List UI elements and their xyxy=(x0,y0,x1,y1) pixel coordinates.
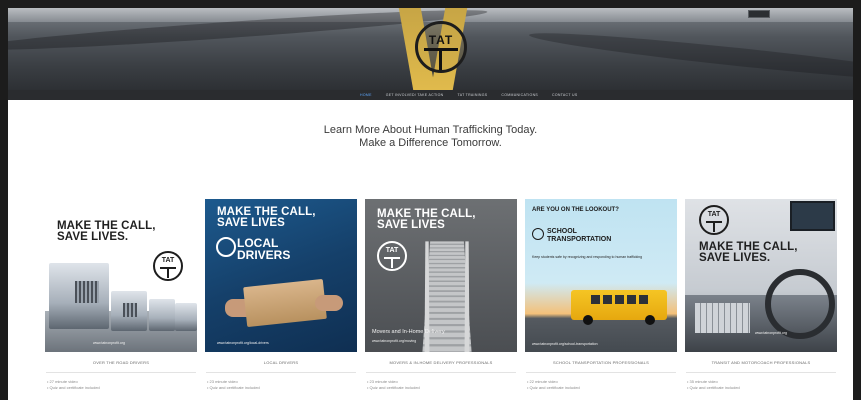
poster-subtitle: LOCAL DRIVERS xyxy=(237,236,291,262)
school-bus-image xyxy=(571,290,667,325)
logo-stem xyxy=(439,48,442,70)
truck-image xyxy=(49,263,109,329)
card-bullet: • Quiz and certificate included xyxy=(687,385,740,390)
tat-logo-icon: TAT xyxy=(699,205,729,235)
tat-logo-icon xyxy=(532,228,544,240)
main-nav: HOME GET INVOLVED/ TAKE ACTION TAT TRAIN… xyxy=(8,90,853,100)
tire-mark xyxy=(528,26,853,88)
poster-headline: MAKE THE CALL, SAVE LIVES. xyxy=(699,241,798,264)
card-bullet: • Quiz and certificate included xyxy=(527,385,580,390)
divider xyxy=(526,372,676,373)
divider xyxy=(366,372,516,373)
nav-get-involved[interactable]: GET INVOLVED/ TAKE ACTION xyxy=(386,93,444,97)
tat-logo-icon: TAT xyxy=(377,241,407,271)
divider xyxy=(206,372,356,373)
page-headline: Learn More About Human Trafficking Today… xyxy=(8,124,853,150)
card-school-transportation[interactable]: ARE YOU ON THE LOOKOUT? SCHOOL TRANSPORT… xyxy=(525,199,677,391)
steering-wheel-image xyxy=(765,269,835,339)
tat-logo-icon: TAT xyxy=(153,251,183,281)
poster-headline: ARE YOU ON THE LOOKOUT? xyxy=(532,207,619,213)
truck-image xyxy=(175,303,197,331)
divider xyxy=(46,372,196,373)
card-local-drivers[interactable]: MAKE THE CALL, SAVE LIVES LOCAL DRIVERS … xyxy=(205,199,357,391)
poster-headline: MAKE THE CALL, SAVE LIVES xyxy=(377,208,476,231)
poster-url: www.tatnonprofit.org/moving xyxy=(372,339,417,343)
headline-line-1: Learn More About Human Trafficking Today… xyxy=(323,124,538,136)
training-cards: MAKE THE CALL, SAVE LIVES. TAT www.tatno… xyxy=(45,199,837,399)
poster-body: Keep students safe by recognizing and re… xyxy=(532,255,643,259)
poster-subtitle: Movers and In-Home Delivery xyxy=(372,329,445,335)
card-transit-motorcoach[interactable]: TAT MAKE THE CALL, SAVE LIVES. www.tatno… xyxy=(685,199,837,391)
divider xyxy=(686,372,836,373)
nav-contact[interactable]: CONTACT US xyxy=(552,93,577,97)
card-movers[interactable]: MAKE THE CALL, SAVE LIVES TAT Movers and… xyxy=(365,199,517,391)
logo-text: TAT xyxy=(428,33,454,47)
poster-local-drivers[interactable]: MAKE THE CALL, SAVE LIVES LOCAL DRIVERS … xyxy=(205,199,357,352)
poster-headline: MAKE THE CALL, SAVE LIVES xyxy=(217,206,316,229)
poster-movers[interactable]: MAKE THE CALL, SAVE LIVES TAT Movers and… xyxy=(365,199,517,352)
bus-window-image xyxy=(790,201,835,231)
card-caption[interactable]: OVER THE ROAD DRIVERS xyxy=(45,360,197,365)
card-caption[interactable]: MOVERS & IN-HOME DELIVERY PROFESSIONALS xyxy=(365,360,517,365)
card-caption[interactable]: TRANSIT AND MOTORCOACH PROFESSIONALS xyxy=(685,360,837,365)
card-over-the-road[interactable]: MAKE THE CALL, SAVE LIVES. TAT www.tatno… xyxy=(45,199,197,391)
poster-school-transportation[interactable]: ARE YOU ON THE LOOKOUT? SCHOOL TRANSPORT… xyxy=(525,199,677,352)
card-caption[interactable]: LOCAL DRIVERS xyxy=(205,360,357,365)
tat-logo[interactable]: TAT xyxy=(415,21,467,73)
poster-url: www.tatnonprofit.org xyxy=(93,341,125,345)
card-bullet: • Quiz and certificate included xyxy=(207,385,260,390)
poster-url: www.tatnonprofit.org xyxy=(755,331,787,335)
page-frame: TAT HOME GET INVOLVED/ TAKE ACTION TAT T… xyxy=(8,8,853,400)
conveyor-rail xyxy=(424,241,430,352)
nav-communications[interactable]: COMMUNICATIONS xyxy=(501,93,538,97)
tat-logo-icon xyxy=(216,237,236,257)
poster-url: www.tatnonprofit.org/school-transportati… xyxy=(532,342,598,346)
poster-url: www.tatnonprofit.org/local-drivers xyxy=(217,341,269,345)
conveyor-rail xyxy=(464,241,470,352)
nav-trainings[interactable]: TAT TRAININGS xyxy=(458,93,488,97)
card-bullet: • Quiz and certificate included xyxy=(367,385,420,390)
nav-home[interactable]: HOME xyxy=(360,93,372,97)
hero-banner: TAT xyxy=(8,8,853,90)
truck-image xyxy=(111,291,147,331)
poster-transit-motorcoach[interactable]: TAT MAKE THE CALL, SAVE LIVES. www.tatno… xyxy=(685,199,837,352)
poster-headline: MAKE THE CALL, SAVE LIVES. xyxy=(57,220,156,243)
hand-image xyxy=(315,295,343,311)
poster-over-the-road[interactable]: MAKE THE CALL, SAVE LIVES. TAT www.tatno… xyxy=(45,199,197,352)
card-caption[interactable]: SCHOOL TRANSPORTATION PROFESSIONALS xyxy=(525,360,677,365)
card-bullet: • Quiz and certificate included xyxy=(47,385,100,390)
truck-image xyxy=(149,299,175,331)
header-widget[interactable] xyxy=(748,10,770,18)
control-panel-image xyxy=(695,303,750,333)
headline-line-2: Make a Difference Tomorrow. xyxy=(359,137,502,149)
poster-subtitle: SCHOOL TRANSPORTATION xyxy=(547,228,612,243)
